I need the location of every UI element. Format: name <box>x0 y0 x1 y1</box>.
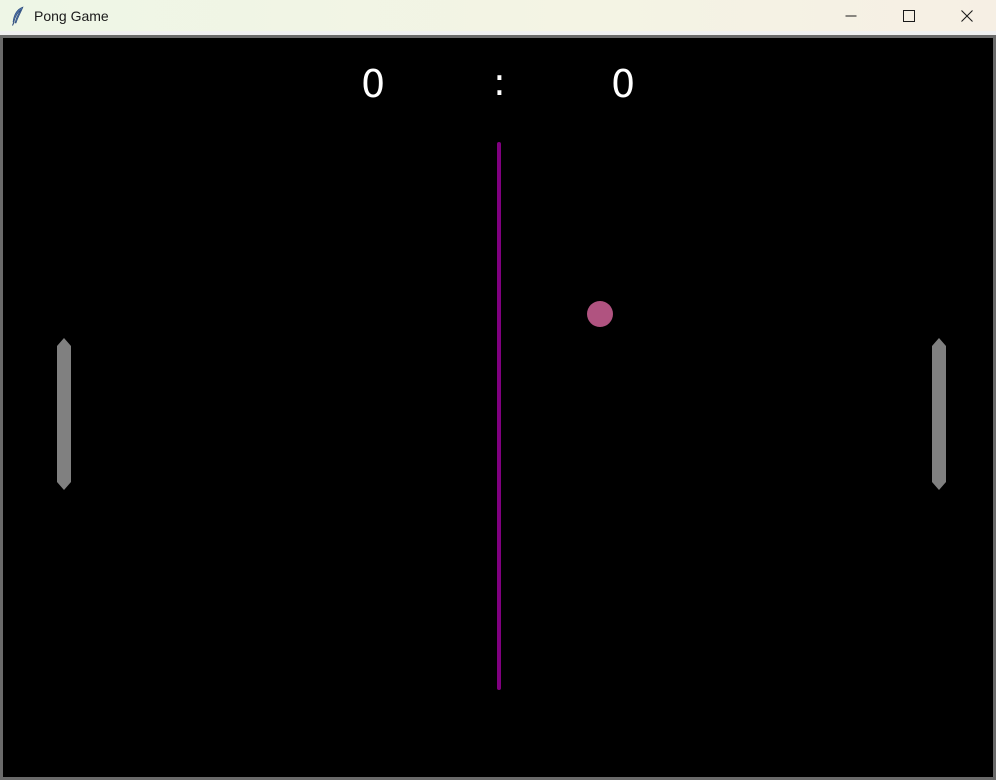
feather-icon <box>9 5 27 27</box>
minimize-button[interactable] <box>822 0 880 31</box>
game-canvas[interactable]: 0 : 0 <box>3 38 993 777</box>
title-bar[interactable]: Pong Game <box>0 0 996 31</box>
game-canvas-frame: 0 : 0 <box>0 35 996 780</box>
close-icon <box>961 9 973 22</box>
right-player-score: 0 <box>611 62 636 106</box>
score-separator: : <box>493 60 506 104</box>
maximize-button[interactable] <box>880 0 938 31</box>
ball <box>587 301 613 327</box>
window-controls <box>822 0 996 31</box>
center-net-line <box>497 142 501 690</box>
minimize-icon <box>845 15 857 16</box>
app-window: Pong Game 0 : 0 <box>0 0 996 780</box>
left-player-score: 0 <box>361 62 386 106</box>
close-button[interactable] <box>938 0 996 31</box>
window-title: Pong Game <box>34 7 109 24</box>
right-paddle[interactable] <box>932 338 946 490</box>
left-paddle[interactable] <box>57 338 71 490</box>
maximize-icon <box>903 9 915 22</box>
